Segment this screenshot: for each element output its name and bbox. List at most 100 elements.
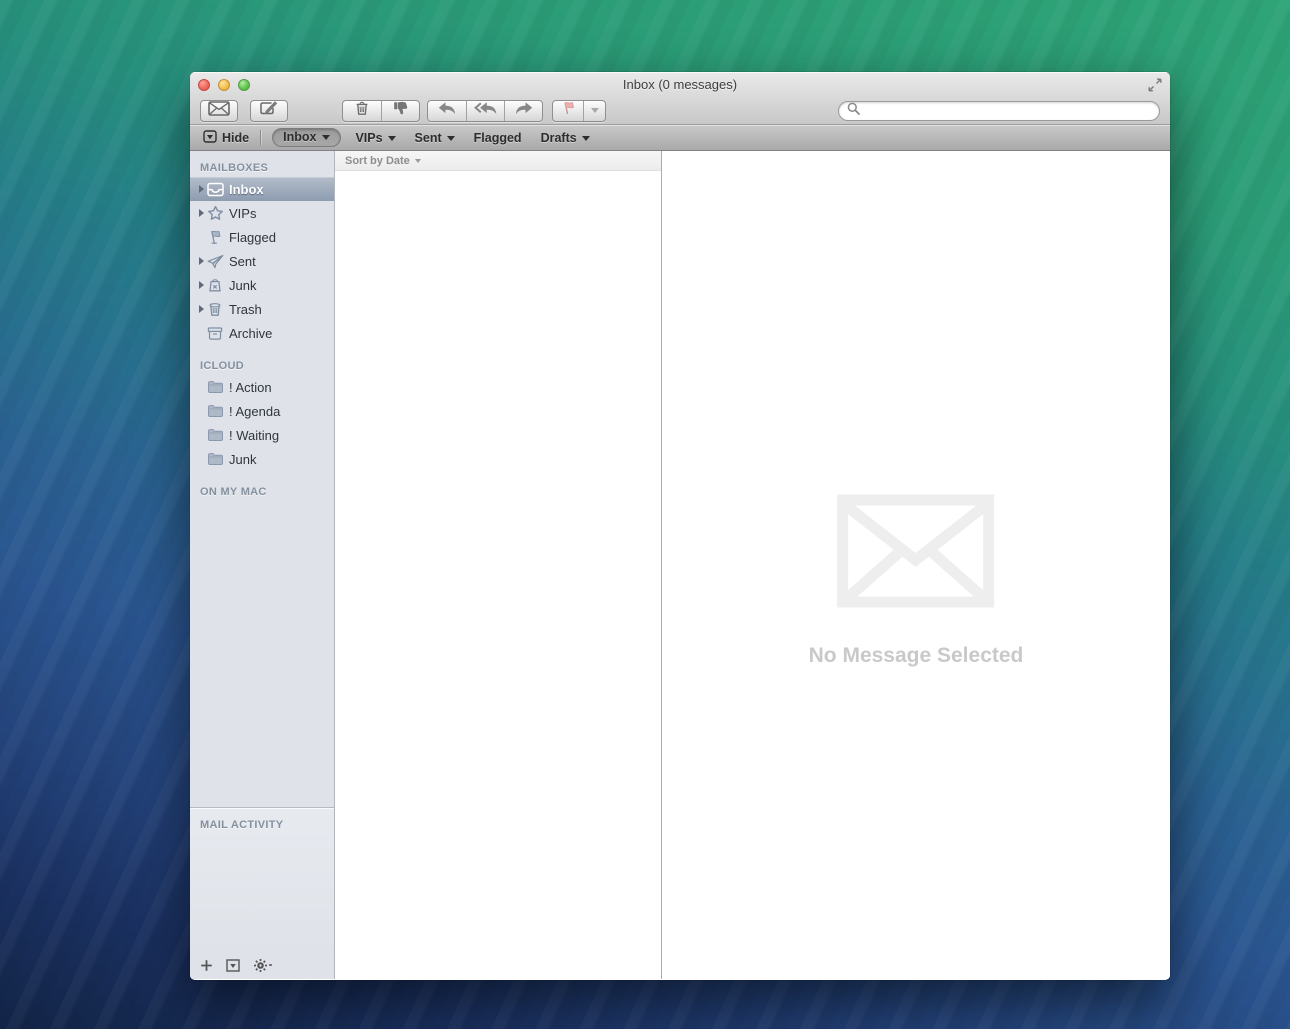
sidebar-item-label: Flagged: [229, 230, 276, 245]
chevron-down-icon: [322, 135, 330, 140]
inbox-tray-icon: [206, 181, 224, 197]
sidebar-item-vips[interactable]: VIPs: [190, 201, 334, 225]
thumbs-down-icon: [392, 100, 410, 121]
sidebar-item-label: Archive: [229, 326, 272, 341]
hide-panel-icon: [203, 130, 217, 146]
sidebar-item-label: Junk: [229, 452, 256, 467]
plus-icon: [200, 959, 213, 972]
sidebar-item-label: Inbox: [229, 182, 264, 197]
trash-icon: [354, 100, 370, 121]
sidebar-item-label: Trash: [229, 302, 262, 317]
favorites-item-sent[interactable]: Sent: [415, 131, 455, 145]
favorites-item-flagged[interactable]: Flagged: [474, 131, 522, 145]
sidebar-item-inbox[interactable]: Inbox: [190, 177, 334, 201]
favorites-flagged-label: Flagged: [474, 131, 522, 145]
window-title: Inbox (0 messages): [190, 72, 1170, 97]
sidebar-item-trash[interactable]: Trash: [190, 297, 334, 321]
folder-icon: [206, 403, 224, 419]
folder-icon: [206, 379, 224, 395]
favorites-inbox-label: Inbox: [283, 130, 316, 144]
section-header-mailboxes: MAILBOXES: [190, 159, 334, 177]
search-field[interactable]: [838, 101, 1160, 121]
sidebar-item-sent[interactable]: Sent: [190, 249, 334, 273]
add-mailbox-button[interactable]: [200, 959, 213, 972]
sidebar-item-label: Junk: [229, 278, 256, 293]
favorites-divider: [260, 130, 261, 145]
window-content: MAILBOXES Inbox VIPs: [190, 151, 1170, 979]
envelope-icon: [208, 101, 230, 121]
chevron-down-icon: [415, 159, 421, 163]
archive-box-icon: [206, 325, 224, 341]
sidebar-item-label: Sent: [229, 254, 256, 269]
disclosure-triangle-icon[interactable]: [196, 281, 206, 289]
flag-dropdown-button[interactable]: [583, 101, 605, 121]
favorites-sent-label: Sent: [415, 131, 442, 145]
mailbox-sidebar: MAILBOXES Inbox VIPs: [190, 151, 335, 979]
favorites-item-drafts[interactable]: Drafts: [541, 131, 590, 145]
reply-group: [427, 100, 543, 122]
sidebar-item-icloud-junk[interactable]: Junk: [190, 447, 334, 471]
favorites-bar: Hide Inbox VIPs Sent Flagged Drafts: [190, 125, 1170, 151]
search-icon: [847, 102, 860, 120]
reply-arrow-icon: [437, 101, 457, 120]
hide-favorites-button[interactable]: Hide: [203, 130, 249, 146]
flag-group: [552, 100, 606, 122]
no-message-selected-text: No Message Selected: [809, 644, 1024, 668]
delete-junk-group: [342, 100, 420, 122]
fullscreen-icon[interactable]: [1148, 78, 1162, 92]
reply-all-arrow-icon: [474, 101, 498, 120]
action-menu-button[interactable]: [253, 958, 273, 973]
flag-icon: [560, 100, 576, 121]
search-input[interactable]: [864, 104, 1151, 118]
sidebar-item-waiting[interactable]: ! Waiting: [190, 423, 334, 447]
chevron-down-icon: [591, 108, 599, 113]
sidebar-item-label: ! Action: [229, 380, 272, 395]
forward-arrow-icon: [514, 101, 534, 120]
mail-activity-panel: MAIL ACTIVITY: [190, 807, 334, 951]
junk-button[interactable]: [381, 101, 419, 121]
show-activity-icon: [226, 959, 240, 972]
delete-button[interactable]: [343, 101, 381, 121]
compose-icon: [259, 100, 279, 121]
reply-button[interactable]: [428, 101, 466, 121]
sidebar-scroll-area: MAILBOXES Inbox VIPs: [190, 151, 334, 807]
toolbar: [190, 96, 1170, 125]
sort-by-button[interactable]: Sort by Date: [335, 151, 661, 171]
sidebar-item-flagged[interactable]: Flagged: [190, 225, 334, 249]
envelope-watermark-icon: [837, 494, 995, 608]
section-header-icloud: ICLOUD: [190, 357, 334, 375]
sidebar-item-junk[interactable]: Junk: [190, 273, 334, 297]
gear-icon: [253, 958, 273, 973]
toggle-mail-activity-button[interactable]: [226, 959, 240, 972]
reply-all-button[interactable]: [466, 101, 504, 121]
sidebar-bottom-bar: [190, 951, 334, 979]
disclosure-triangle-icon[interactable]: [196, 305, 206, 313]
favorites-item-inbox[interactable]: Inbox: [272, 128, 341, 147]
mail-window: Inbox (0 messages): [190, 72, 1170, 980]
forward-button[interactable]: [504, 101, 542, 121]
junk-bag-icon: [206, 277, 224, 293]
get-mail-button[interactable]: [200, 100, 238, 122]
compose-button[interactable]: [250, 100, 288, 122]
favorites-drafts-label: Drafts: [541, 131, 577, 145]
section-header-on-my-mac: ON MY MAC: [190, 483, 334, 501]
folder-icon: [206, 427, 224, 443]
sidebar-item-archive[interactable]: Archive: [190, 321, 334, 345]
sidebar-item-action[interactable]: ! Action: [190, 375, 334, 399]
disclosure-triangle-icon[interactable]: [196, 185, 206, 193]
flag-button[interactable]: [553, 101, 583, 121]
favorites-item-vips[interactable]: VIPs: [355, 131, 395, 145]
sort-label: Sort by Date: [345, 155, 410, 167]
disclosure-triangle-icon[interactable]: [196, 209, 206, 217]
message-view-pane: No Message Selected: [662, 151, 1170, 979]
folder-icon: [206, 451, 224, 467]
disclosure-triangle-icon[interactable]: [196, 257, 206, 265]
sidebar-item-agenda[interactable]: ! Agenda: [190, 399, 334, 423]
chevron-down-icon: [447, 136, 455, 141]
trash-icon: [206, 301, 224, 317]
message-list-empty-area: [335, 171, 661, 979]
chevron-down-icon: [582, 136, 590, 141]
sidebar-item-label: ! Waiting: [229, 428, 279, 443]
window-titlebar[interactable]: Inbox (0 messages): [190, 72, 1170, 97]
star-icon: [206, 205, 224, 221]
